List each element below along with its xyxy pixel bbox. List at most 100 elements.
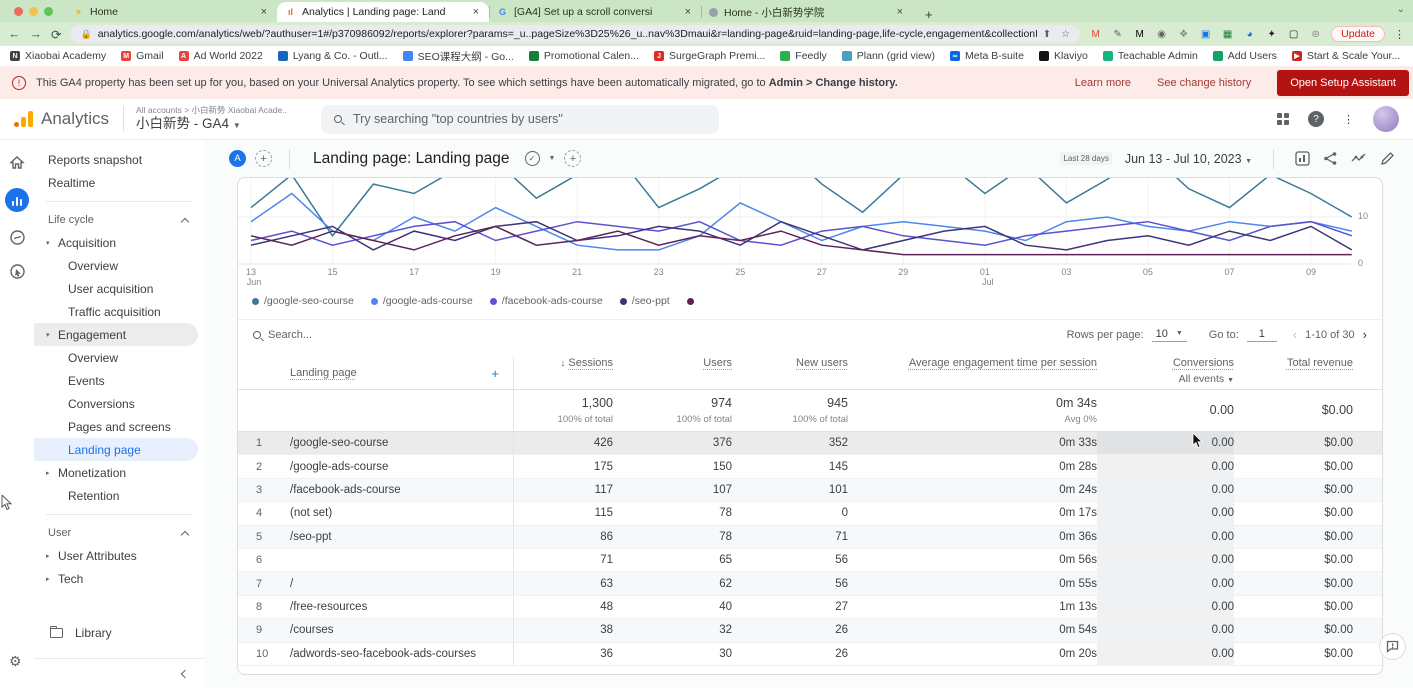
- window-controls[interactable]: [6, 0, 65, 22]
- maximize-window-icon[interactable]: [44, 7, 53, 16]
- extension-icon[interactable]: ▣: [1199, 29, 1212, 40]
- report-tab-chip[interactable]: A: [229, 150, 246, 167]
- title-caret-icon[interactable]: ▼: [549, 155, 556, 162]
- previous-page-icon[interactable]: ‹: [1293, 327, 1297, 342]
- sidebar-item-realtime[interactable]: Realtime: [34, 171, 198, 194]
- extension-icon[interactable]: ◕: [1243, 29, 1256, 40]
- extension-icon[interactable]: M: [1133, 29, 1146, 40]
- home-icon[interactable]: [8, 154, 26, 172]
- feedback-button[interactable]: [1379, 633, 1406, 660]
- sidebar-item-engagement[interactable]: ▾Engagement: [34, 323, 198, 346]
- explore-icon[interactable]: [8, 228, 26, 246]
- bookmark-item[interactable]: Teachable Admin: [1103, 50, 1198, 62]
- column-users[interactable]: Users: [613, 357, 732, 369]
- add-comparison-button[interactable]: +: [255, 150, 272, 167]
- account-switcher[interactable]: All accounts > 小白新势 Xiaobai Acade.. 小白新势…: [136, 105, 287, 133]
- bookmark-item[interactable]: Add Users: [1213, 50, 1277, 62]
- sidebar-item-pages-and-screens[interactable]: Pages and screens: [34, 415, 198, 438]
- bookmark-item[interactable]: ∞Meta B-suite: [950, 50, 1024, 62]
- collapse-section-icon[interactable]: [181, 530, 189, 538]
- tab-close-icon[interactable]: ×: [259, 6, 269, 18]
- collapse-sidebar-icon[interactable]: [181, 669, 189, 677]
- sidebar-section-life-cycle[interactable]: Life cycle: [34, 209, 204, 231]
- see-change-history-link[interactable]: See change history: [1157, 77, 1251, 89]
- open-setup-assistant-button[interactable]: Open Setup Assistant: [1277, 70, 1409, 96]
- extension-icon[interactable]: ◉: [1155, 29, 1168, 40]
- bookmark-item[interactable]: ▶Start & Scale Your...: [1292, 50, 1400, 62]
- extension-icon[interactable]: ⊜: [1309, 29, 1322, 40]
- next-page-icon[interactable]: ›: [1363, 327, 1367, 342]
- table-row[interactable]: 1/google-seo-course4263763520m 33s0.00$0…: [238, 432, 1382, 455]
- column-landing-page[interactable]: Landing page+: [278, 357, 514, 389]
- table-row[interactable]: 7/6362560m 55s0.00$0.00: [238, 572, 1382, 595]
- tab-search-chevron-icon[interactable]: ⌄: [1397, 4, 1405, 15]
- reports-icon[interactable]: [5, 188, 29, 212]
- forward-icon[interactable]: →: [30, 27, 43, 41]
- browser-menu-icon[interactable]: ⋮: [1394, 28, 1405, 41]
- chevron-down-icon[interactable]: ▾: [46, 239, 58, 247]
- extension-icon[interactable]: ❖: [1177, 29, 1190, 40]
- bookmark-item[interactable]: NXiaobai Academy: [10, 50, 106, 62]
- minimize-window-icon[interactable]: [29, 7, 38, 16]
- sidebar-item-acquisition[interactable]: ▾Acquisition: [34, 231, 198, 254]
- collapse-section-icon[interactable]: [181, 217, 189, 225]
- url-bar[interactable]: 🔒 analytics.google.com/analytics/web/?au…: [70, 25, 1080, 43]
- close-window-icon[interactable]: [14, 7, 23, 16]
- sidebar-item-reports-snapshot[interactable]: Reports snapshot: [34, 148, 198, 171]
- browser-tab[interactable]: ılAnalytics | Landing page: Land×: [277, 2, 489, 22]
- saved-check-icon[interactable]: ✓: [525, 151, 540, 166]
- header-menu-icon[interactable]: ⋮: [1343, 113, 1354, 126]
- sidebar-item-overview[interactable]: Overview: [34, 254, 198, 277]
- table-row[interactable]: 5/seo-ppt8678710m 36s0.00$0.00: [238, 526, 1382, 549]
- browser-tab[interactable]: ♥Home×: [65, 2, 277, 22]
- reload-icon[interactable]: ⟳: [51, 27, 61, 42]
- advertising-icon[interactable]: [8, 262, 26, 280]
- learn-more-link[interactable]: Learn more: [1075, 77, 1131, 89]
- back-icon[interactable]: ←: [8, 27, 21, 41]
- bookmark-item[interactable]: Klaviyo: [1039, 50, 1088, 62]
- sidebar-item-user-acquisition[interactable]: User acquisition: [34, 277, 198, 300]
- sidebar-item-library[interactable]: Library: [34, 620, 204, 646]
- sidebar-item-events[interactable]: Events: [34, 369, 198, 392]
- sidebar-item-user-attributes[interactable]: ▸User Attributes: [34, 544, 198, 567]
- share-page-icon[interactable]: ⬆: [1043, 29, 1051, 40]
- admin-gear-icon[interactable]: ⚙: [9, 653, 22, 670]
- table-row[interactable]: 67165560m 56s0.00$0.00: [238, 549, 1382, 572]
- column-total-revenue[interactable]: Total revenue: [1234, 357, 1353, 369]
- comparison-chart-icon[interactable]: [1295, 151, 1310, 166]
- sidebar-item-conversions[interactable]: Conversions: [34, 392, 198, 415]
- bookmark-item[interactable]: AAd World 2022: [179, 50, 263, 62]
- tab-close-icon[interactable]: ×: [895, 6, 905, 18]
- rows-per-page-select[interactable]: 10▼: [1152, 328, 1187, 342]
- sidebar-item-landing-page[interactable]: Landing page: [34, 438, 198, 461]
- sidebar-item-overview[interactable]: Overview: [34, 346, 198, 369]
- chrome-update-button[interactable]: Update: [1331, 26, 1385, 42]
- column-new-users[interactable]: New users: [732, 357, 848, 369]
- browser-tab[interactable]: Home - 小白新势学院×: [701, 2, 913, 22]
- bookmark-item[interactable]: Promotional Calen...: [529, 50, 639, 62]
- sidebar-section-user[interactable]: User: [34, 522, 204, 544]
- table-row[interactable]: 3/facebook-ads-course1171071010m 24s0.00…: [238, 479, 1382, 502]
- table-row[interactable]: 8/free-resources4840271m 13s0.00$0.00: [238, 596, 1382, 619]
- browser-tab[interactable]: G[GA4] Set up a scroll conversi×: [489, 2, 701, 22]
- bookmark-item[interactable]: Feedly: [780, 50, 827, 62]
- column-conversions[interactable]: ConversionsAll events ▼: [1097, 357, 1234, 385]
- table-row[interactable]: 2/google-ads-course1751501450m 28s0.00$0…: [238, 455, 1382, 478]
- tab-close-icon[interactable]: ×: [471, 6, 481, 18]
- bookmark-item[interactable]: Lyang & Co. - Outl...: [278, 50, 388, 62]
- conversions-event-select[interactable]: All events ▼: [1097, 373, 1234, 385]
- extension-icon[interactable]: ▦: [1221, 29, 1234, 40]
- chevron-right-icon[interactable]: ▸: [46, 575, 58, 583]
- bookmark-item[interactable]: SEO课程大纲 - Go...: [403, 49, 514, 64]
- extension-icon[interactable]: ✎: [1111, 29, 1124, 40]
- add-report-button[interactable]: +: [564, 150, 581, 167]
- go-to-input[interactable]: 1: [1247, 328, 1277, 342]
- sidebar-collapse[interactable]: [34, 658, 204, 688]
- help-icon[interactable]: ?: [1308, 111, 1324, 127]
- column-sessions[interactable]: ↓Sessions: [514, 357, 613, 369]
- edit-report-icon[interactable]: [1380, 151, 1395, 166]
- extension-icon[interactable]: ▢: [1287, 29, 1300, 40]
- diagnostics-grid-icon[interactable]: [1277, 113, 1289, 125]
- table-row[interactable]: 10/adwords-seo-facebook-ads-courses36302…: [238, 643, 1382, 666]
- bookmark-item[interactable]: MGmail: [121, 50, 163, 62]
